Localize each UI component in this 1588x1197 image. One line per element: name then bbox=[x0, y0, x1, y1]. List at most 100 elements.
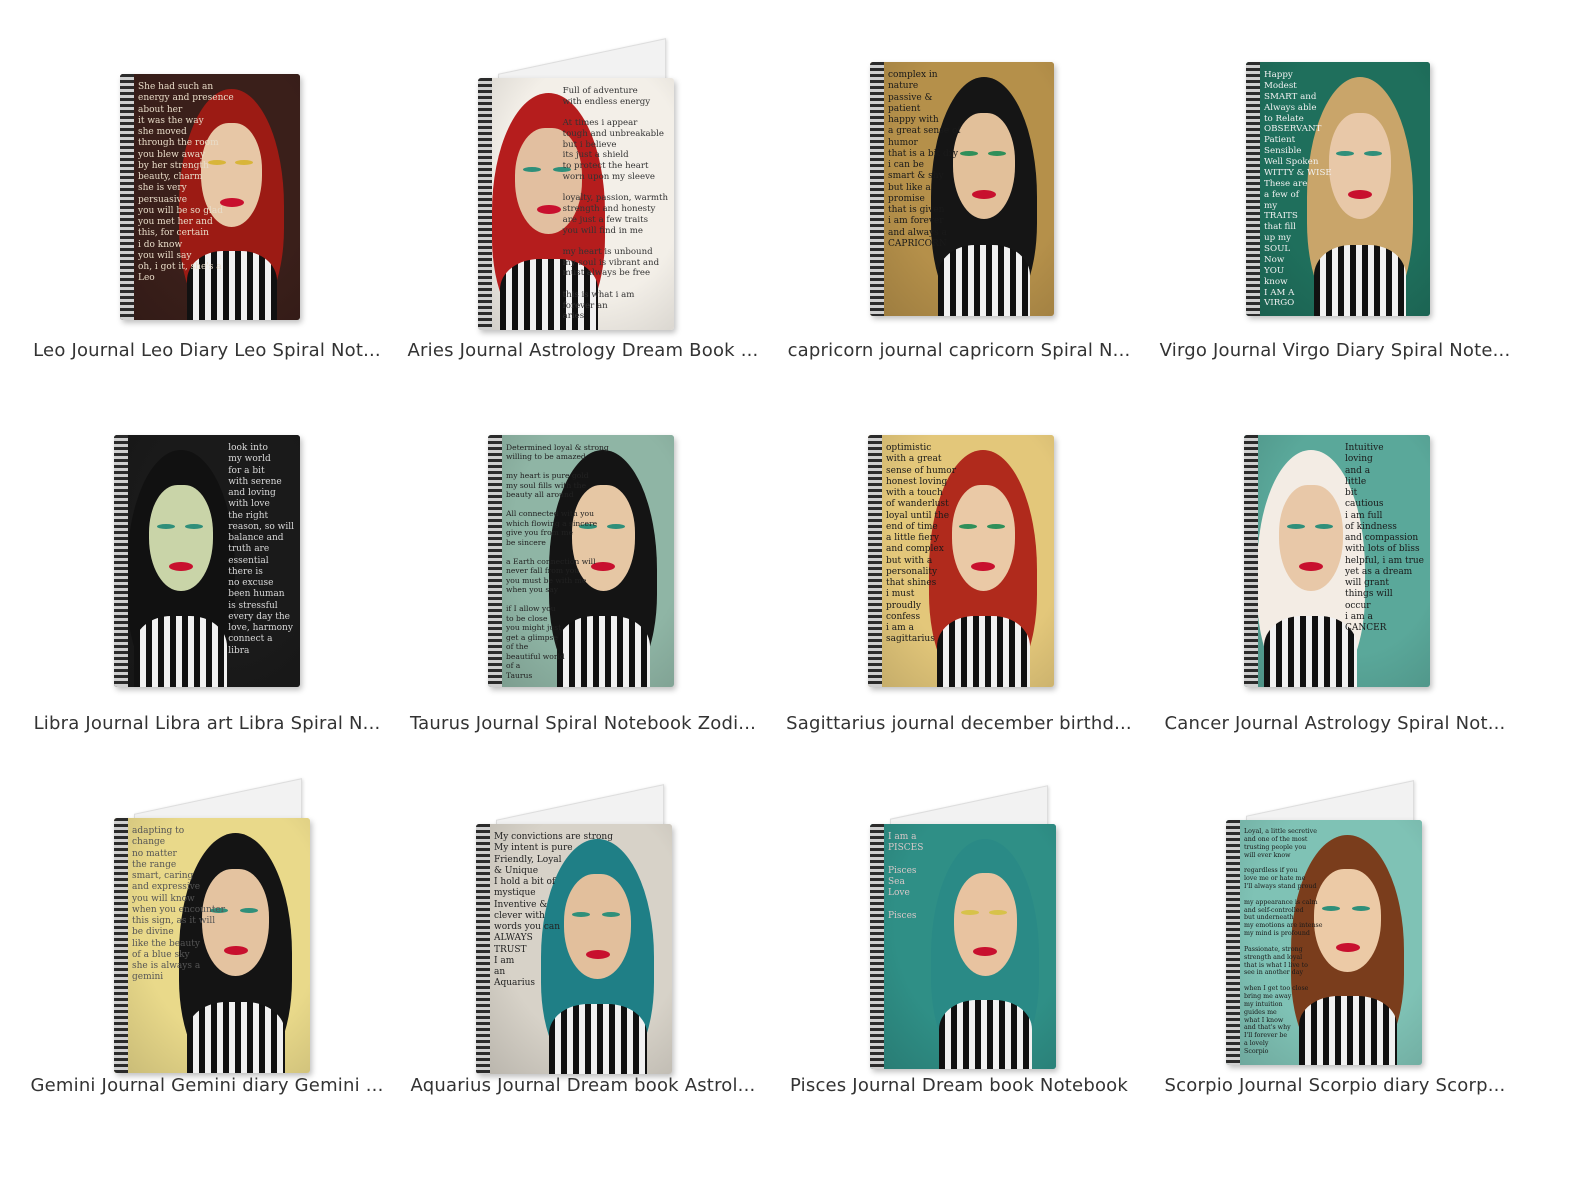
cover-poem-text: Loyal, a little secretive and one of the… bbox=[1244, 828, 1323, 1056]
notebook-thumbnail[interactable]: Loyal, a little secretive and one of the… bbox=[1150, 780, 1520, 1080]
portrait-face bbox=[1314, 869, 1381, 972]
spiral-binding bbox=[870, 62, 884, 316]
spiral-binding bbox=[478, 78, 492, 330]
notebook-cover: Intuitive loving and a little bit cautio… bbox=[1244, 435, 1430, 687]
product-card[interactable]: adapting to change no matter the range s… bbox=[22, 778, 392, 1120]
cover-poem-text: optimistic with a great sense of humor h… bbox=[886, 443, 957, 645]
cover-poem-text: adapting to change no matter the range s… bbox=[132, 826, 226, 983]
product-title[interactable]: capricorn journal capricorn Spiral N... bbox=[774, 340, 1144, 361]
notebook-thumbnail[interactable]: optimistic with a great sense of humor h… bbox=[774, 420, 1144, 720]
portrait-eye bbox=[239, 907, 258, 913]
portrait-body bbox=[938, 1000, 1032, 1069]
portrait-face bbox=[952, 112, 1016, 220]
notebook-cover: Determined loyal & strong willing to be … bbox=[488, 435, 674, 687]
product-card[interactable]: optimistic with a great sense of humor h… bbox=[774, 420, 1144, 760]
portrait-eye bbox=[1314, 523, 1333, 529]
product-card[interactable]: My convictions are strong My intent is p… bbox=[398, 780, 768, 1120]
notebook-cover: My convictions are strong My intent is p… bbox=[476, 824, 672, 1074]
portrait-eye bbox=[1286, 523, 1305, 529]
product-card[interactable]: She had such an energy and presence abou… bbox=[22, 40, 392, 380]
portrait-eye bbox=[1351, 906, 1370, 912]
cover-poem-text: Determined loyal & strong willing to be … bbox=[506, 443, 609, 680]
portrait-eye bbox=[607, 523, 626, 529]
product-title[interactable]: Scorpio Journal Scorpio diary Scorp... bbox=[1150, 1075, 1520, 1096]
spiral-binding bbox=[870, 824, 884, 1069]
notebook-cover: complex in nature passive & patient happ… bbox=[870, 62, 1054, 316]
product-grid: She had such an energy and presence abou… bbox=[0, 0, 1588, 1197]
notebook-thumbnail[interactable]: adapting to change no matter the range s… bbox=[22, 778, 392, 1080]
product-title[interactable]: Sagittarius journal december birthd... bbox=[774, 713, 1144, 734]
portrait-body bbox=[1264, 616, 1358, 687]
product-title[interactable]: Leo Journal Leo Diary Leo Spiral Not... bbox=[22, 340, 392, 361]
notebook-thumbnail[interactable]: I am a PISCES Pisces Sea Love Pisces bbox=[774, 780, 1144, 1080]
portrait-eye bbox=[959, 523, 978, 529]
portrait-lips bbox=[536, 204, 561, 214]
portrait-eye bbox=[523, 166, 542, 172]
product-card[interactable]: complex in nature passive & patient happ… bbox=[774, 40, 1144, 380]
product-card[interactable]: look into my world for a bit with serene… bbox=[22, 420, 392, 760]
notebook-thumbnail[interactable]: complex in nature passive & patient happ… bbox=[774, 40, 1144, 340]
notebook-cover: I am a PISCES Pisces Sea Love Pisces bbox=[870, 824, 1056, 1069]
notebook-thumbnail[interactable]: She had such an energy and presence abou… bbox=[22, 40, 392, 340]
spiral-binding bbox=[120, 74, 134, 320]
notebook-cover: She had such an energy and presence abou… bbox=[120, 74, 300, 320]
portrait-lips bbox=[223, 946, 248, 956]
portrait-lips bbox=[971, 561, 996, 571]
portrait-eye bbox=[156, 523, 175, 529]
portrait-body bbox=[134, 616, 228, 687]
product-title[interactable]: Cancer Journal Astrology Spiral Not... bbox=[1150, 713, 1520, 734]
cover-poem-text: My convictions are strong My intent is p… bbox=[494, 832, 613, 989]
portrait-body bbox=[186, 1001, 285, 1073]
spiral-binding bbox=[1246, 62, 1260, 316]
spiral-binding bbox=[114, 818, 128, 1073]
portrait-eye bbox=[184, 523, 203, 529]
product-title[interactable]: Taurus Journal Spiral Notebook Zodi... bbox=[398, 713, 768, 734]
cover-poem-text: She had such an energy and presence abou… bbox=[138, 82, 234, 284]
portrait-lips bbox=[1335, 943, 1360, 953]
portrait-lips bbox=[1298, 561, 1323, 571]
notebook-cover: adapting to change no matter the range s… bbox=[114, 818, 310, 1073]
spiral-binding bbox=[1226, 820, 1240, 1065]
product-title[interactable]: Aquarius Journal Dream book Astrol... bbox=[398, 1075, 768, 1096]
portrait-face bbox=[951, 485, 1015, 592]
notebook-cover: Full of adventure with endless energy At… bbox=[478, 78, 674, 330]
portrait-face bbox=[1279, 485, 1343, 592]
cover-poem-text: I am a PISCES Pisces Sea Love Pisces bbox=[888, 832, 924, 921]
product-title[interactable]: Aries Journal Astrology Dream Book ... bbox=[398, 340, 768, 361]
product-title[interactable]: Gemini Journal Gemini diary Gemini ... bbox=[22, 1075, 392, 1096]
notebook-cover: Happy Modest SMART and Always able to Re… bbox=[1246, 62, 1430, 316]
product-card[interactable]: Loyal, a little secretive and one of the… bbox=[1150, 780, 1520, 1120]
product-card[interactable]: Full of adventure with endless energy At… bbox=[398, 38, 768, 380]
portrait-lips bbox=[1348, 189, 1373, 199]
portrait-lips bbox=[168, 561, 193, 571]
portrait-body bbox=[938, 244, 1031, 316]
spiral-binding bbox=[476, 824, 490, 1074]
product-title[interactable]: Pisces Journal Dream book Notebook bbox=[774, 1075, 1144, 1096]
portrait-lips bbox=[972, 189, 997, 199]
product-card[interactable]: I am a PISCES Pisces Sea Love Pisces Pisc… bbox=[774, 780, 1144, 1120]
notebook-thumbnail[interactable]: Happy Modest SMART and Always able to Re… bbox=[1150, 40, 1520, 340]
notebook-thumbnail[interactable]: Intuitive loving and a little bit cautio… bbox=[1150, 420, 1520, 720]
product-card[interactable]: Determined loyal & strong willing to be … bbox=[398, 420, 768, 760]
portrait-face bbox=[1328, 112, 1392, 220]
notebook-thumbnail[interactable]: Full of adventure with endless energy At… bbox=[398, 38, 768, 340]
product-card[interactable]: Intuitive loving and a little bit cautio… bbox=[1150, 420, 1520, 760]
product-title[interactable]: Virgo Journal Virgo Diary Spiral Note... bbox=[1150, 340, 1520, 361]
product-card[interactable]: Happy Modest SMART and Always able to Re… bbox=[1150, 40, 1520, 380]
notebook-thumbnail[interactable]: My convictions are strong My intent is p… bbox=[398, 780, 768, 1080]
spiral-binding bbox=[488, 435, 502, 687]
product-title[interactable]: Libra Journal Libra art Libra Spiral N..… bbox=[22, 713, 392, 734]
cover-poem-text: Full of adventure with endless energy At… bbox=[562, 86, 668, 322]
cover-poem-text: Intuitive loving and a little bit cautio… bbox=[1344, 443, 1424, 633]
notebook-cover: look into my world for a bit with serene… bbox=[114, 435, 300, 687]
notebook-cover: optimistic with a great sense of humor h… bbox=[868, 435, 1054, 687]
spiral-binding bbox=[114, 435, 128, 687]
spiral-binding bbox=[868, 435, 882, 687]
portrait-face bbox=[149, 485, 213, 592]
portrait-face bbox=[953, 873, 1017, 976]
portrait-eye bbox=[987, 523, 1006, 529]
notebook-thumbnail[interactable]: Determined loyal & strong willing to be … bbox=[398, 420, 768, 720]
spiral-binding bbox=[1244, 435, 1258, 687]
cover-poem-text: look into my world for a bit with serene… bbox=[228, 443, 294, 656]
notebook-thumbnail[interactable]: look into my world for a bit with serene… bbox=[22, 420, 392, 720]
